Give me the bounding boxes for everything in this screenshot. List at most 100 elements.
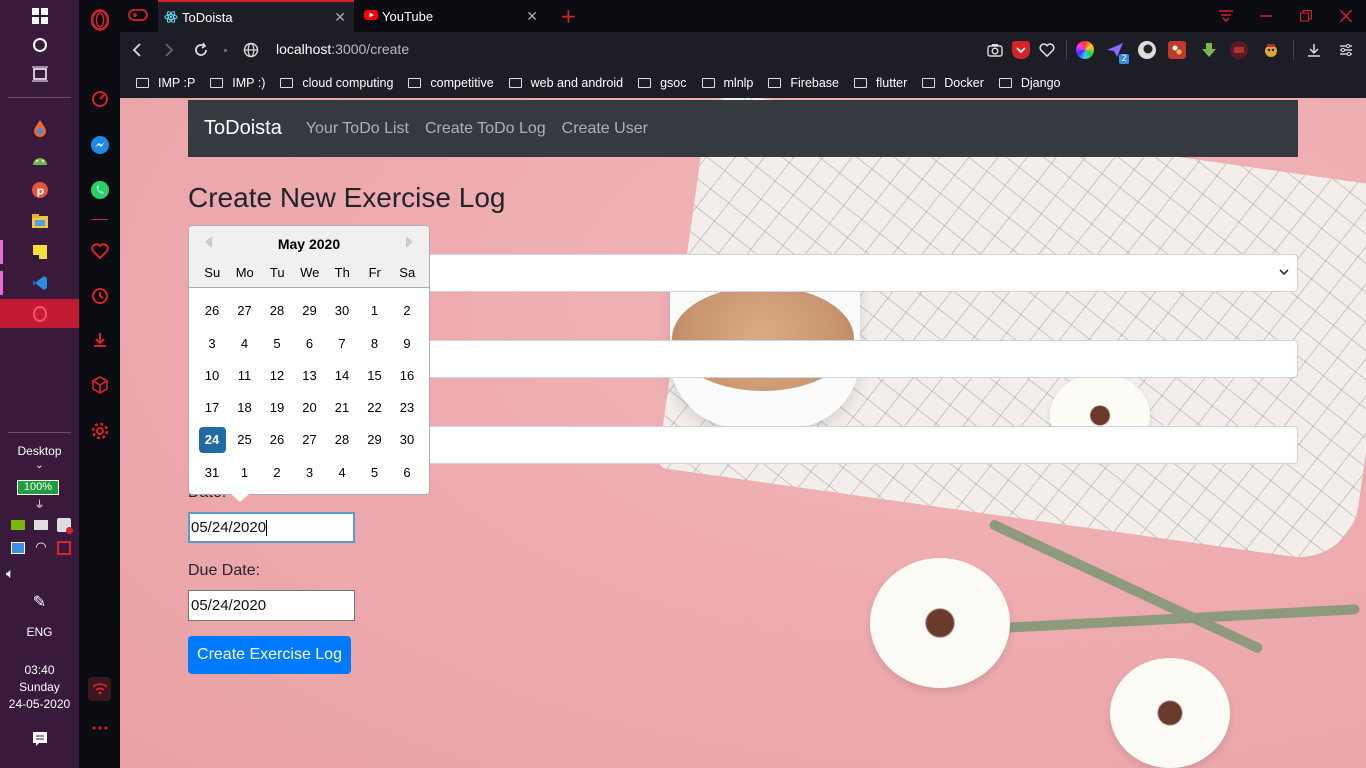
datepicker-day[interactable]: 21 [329,395,356,421]
datepicker-day[interactable]: 19 [264,395,291,421]
url-field[interactable]: localhost:3000/create [276,41,409,57]
speed-dial-icon[interactable] [79,84,120,114]
easy-setup-icon[interactable] [1337,41,1355,59]
windows-start-icon[interactable] [0,2,79,30]
puzzle-extension-icon[interactable] [1168,41,1186,59]
datepicker-day[interactable]: 16 [394,363,421,389]
tab-youtube[interactable]: YouTube ✕ [358,0,546,32]
close-tab-icon[interactable]: ✕ [334,9,346,26]
action-center-icon[interactable] [0,725,79,753]
vpn-wifi-icon[interactable] [88,677,111,701]
datepicker-day[interactable]: 3 [296,460,323,486]
nvidia-icon[interactable] [10,520,25,530]
desktop-label[interactable]: Desktop [0,444,79,458]
chevron-down-icon[interactable]: ⌄ [0,460,79,471]
heart-icon[interactable] [79,236,120,266]
datepicker-day[interactable]: 2 [264,460,291,486]
datepicker-day[interactable]: 17 [199,395,226,421]
datepicker-day[interactable]: 18 [231,395,258,421]
datepicker-day[interactable]: 6 [394,460,421,486]
datepicker-day[interactable]: 15 [361,363,388,389]
next-month-icon[interactable] [406,236,413,248]
datepicker-day-selected[interactable]: 24 [198,427,226,453]
date-input[interactable]: 05/24/2020 [188,512,355,543]
datepicker-day[interactable]: 29 [296,298,323,324]
tab-menu-icon[interactable] [1206,0,1246,32]
dark-extension-icon[interactable] [1230,41,1248,59]
bookmark-folder[interactable]: cloud computing [280,76,393,90]
datepicker-day[interactable]: 22 [361,395,388,421]
pen-icon[interactable]: ✎ [0,592,79,612]
restore-icon[interactable] [1286,0,1326,32]
nav-link-create-log[interactable]: Create ToDo Log [425,120,546,138]
moon-extension-icon[interactable] [1138,41,1156,59]
due-date-input[interactable]: 05/24/2020 [188,590,355,621]
close-window-icon[interactable] [1326,0,1366,32]
heart-bookmark-icon[interactable] [1038,41,1056,59]
datepicker-day[interactable]: 27 [231,298,258,324]
sticky-notes-icon[interactable] [0,238,79,266]
vscode-icon[interactable] [0,269,79,297]
datepicker-day[interactable]: 13 [296,363,323,389]
bookmark-folder[interactable]: Firebase [768,76,839,90]
more-options-icon[interactable] [79,713,120,743]
send-extension-icon[interactable]: 2 [1106,41,1129,64]
pocket-icon[interactable] [1012,41,1030,59]
search-circle-icon[interactable] [0,31,79,59]
datepicker-day[interactable]: 27 [296,427,323,453]
tab-todoista[interactable]: ToDoista ✕ [158,0,354,32]
opera-taskbar-icon[interactable] [0,300,79,328]
datepicker-day[interactable]: 30 [394,427,421,453]
datepicker-day[interactable]: 25 [231,427,258,453]
datepicker-day[interactable]: 10 [199,363,226,389]
tray-app-icon[interactable] [33,520,48,530]
globe-icon[interactable] [239,38,263,62]
wifi-icon[interactable]: ◠ [35,540,46,558]
android-studio-icon[interactable] [0,145,79,173]
datepicker-day[interactable]: 8 [361,331,388,357]
datepicker-day[interactable]: 28 [264,298,291,324]
download-arrow-extension-icon[interactable] [1200,41,1218,59]
datepicker-day[interactable]: 9 [394,331,421,357]
downloads-icon[interactable] [79,325,120,355]
colorful-drop-app-icon[interactable] [0,114,79,142]
datepicker-day[interactable]: 26 [199,298,226,324]
postman-icon[interactable]: p [0,176,79,204]
datepicker-day[interactable]: 3 [199,331,226,357]
new-tab-plus-icon[interactable]: + [560,4,577,28]
windows-security-icon[interactable] [57,518,74,534]
messenger-icon[interactable] [79,130,120,160]
clock-time[interactable]: 03:40 [0,663,79,677]
bookmark-folder[interactable]: mlnlp [701,76,753,90]
battery-indicator[interactable]: 100% [17,480,59,495]
datepicker-day[interactable]: 14 [329,363,356,389]
file-explorer-icon[interactable] [0,207,79,235]
datepicker-day[interactable]: 4 [329,460,356,486]
back-icon[interactable] [125,38,149,62]
datepicker-day[interactable]: 5 [264,331,291,357]
network-app-icon[interactable] [11,542,26,554]
datepicker-day[interactable]: 7 [329,331,356,357]
volume-icon[interactable]: 🔈︎ [0,565,79,582]
bookmark-folder[interactable]: gsoc [638,76,687,90]
datepicker-day[interactable]: 29 [361,427,388,453]
clock-date[interactable]: 24-05-2020 [0,697,79,711]
datepicker-day[interactable]: 20 [296,395,323,421]
bookmark-folder[interactable]: Django [998,76,1061,90]
datepicker-day[interactable]: 23 [394,395,421,421]
datepicker-day[interactable]: 6 [296,331,323,357]
datepicker-day[interactable]: 12 [264,363,291,389]
opera-menu-icon[interactable] [79,5,120,35]
language-indicator[interactable]: ENG [0,625,79,639]
nav-link-todo-list[interactable]: Your ToDo List [306,120,409,138]
datepicker-day[interactable]: 26 [264,427,291,453]
bookmark-folder[interactable]: competitive [408,76,494,90]
mcafee-icon[interactable] [56,541,71,555]
close-tab-icon[interactable]: ✕ [526,8,538,25]
clock-day[interactable]: Sunday [0,680,79,694]
task-view-icon[interactable] [0,60,79,88]
minimize-icon[interactable] [1246,0,1286,32]
download-icon[interactable] [1305,41,1323,59]
datepicker-day[interactable]: 4 [231,331,258,357]
color-picker-icon[interactable] [1076,41,1094,59]
